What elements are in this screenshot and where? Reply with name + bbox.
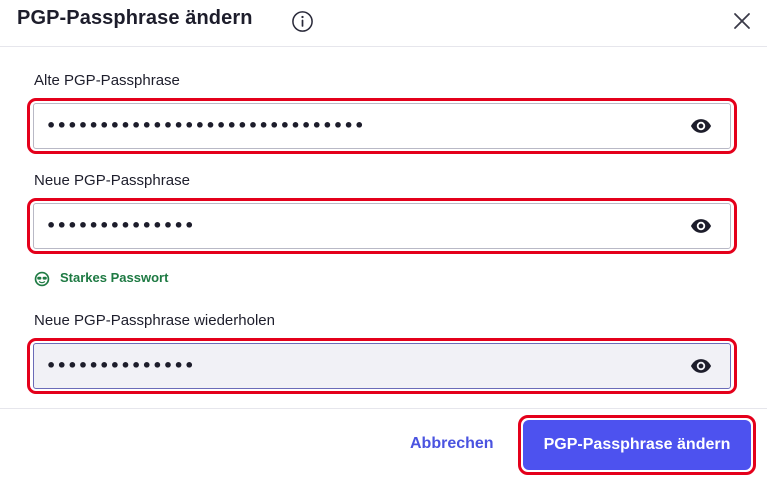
dialog-title: PGP-Passphrase ändern (17, 7, 253, 29)
info-icon[interactable] (291, 10, 314, 33)
cancel-button[interactable]: Abbrechen (410, 435, 494, 453)
eye-icon[interactable] (690, 357, 712, 375)
new-passphrase-value: •••••••••••••• (46, 216, 195, 235)
dialog-header: PGP-Passphrase ändern (0, 0, 767, 47)
repeat-passphrase-label: Neue PGP-Passphrase wiederholen (34, 312, 275, 329)
new-passphrase-label: Neue PGP-Passphrase (34, 172, 190, 189)
repeat-passphrase-input[interactable]: •••••••••••••• (33, 343, 731, 389)
eye-icon[interactable] (690, 217, 712, 235)
eye-icon[interactable] (690, 117, 712, 135)
strength-text: Starkes Passwort (60, 270, 169, 285)
close-icon[interactable] (732, 11, 752, 31)
old-passphrase-label: Alte PGP-Passphrase (34, 72, 180, 89)
dialog-footer: Abbrechen PGP-Passphrase ändern (0, 408, 767, 477)
repeat-passphrase-value: •••••••••••••• (46, 356, 195, 375)
new-passphrase-input[interactable]: •••••••••••••• (33, 203, 731, 249)
change-passphrase-button[interactable]: PGP-Passphrase ändern (523, 420, 751, 470)
strength-badge-icon (34, 271, 50, 287)
old-passphrase-value: •••••••••••••••••••••••••••••• (46, 116, 365, 135)
old-passphrase-input[interactable]: •••••••••••••••••••••••••••••• (33, 103, 731, 149)
